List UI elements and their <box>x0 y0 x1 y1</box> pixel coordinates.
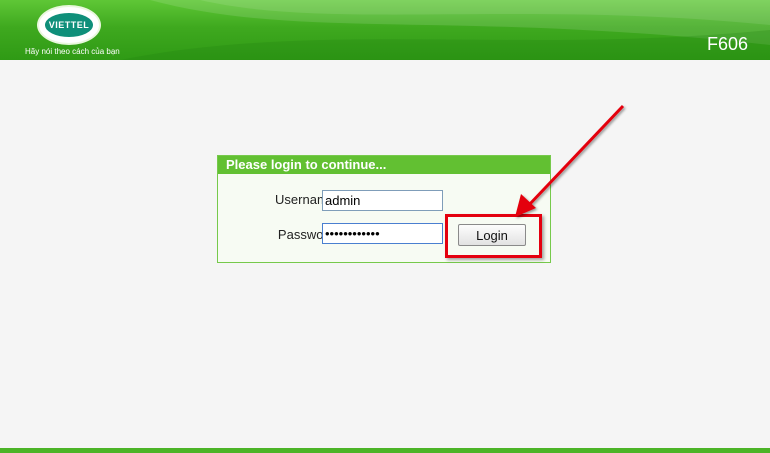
login-title: Please login to continue... <box>218 156 550 174</box>
header-bar: VIETTEL Hãy nói theo cách của bạn F606 <box>0 0 770 60</box>
password-input[interactable] <box>322 223 443 244</box>
logo-emblem: VIETTEL <box>37 5 101 45</box>
annotation-highlight-box <box>445 214 542 258</box>
password-label: Password <box>277 227 335 242</box>
logo-tagline: Hãy nói theo cách của bạn <box>25 47 120 56</box>
username-input[interactable] <box>322 190 443 211</box>
viettel-logo: VIETTEL Hãy nói theo cách của bạn <box>22 3 142 57</box>
username-label: Username <box>275 192 335 207</box>
device-model: F606 <box>706 34 748 54</box>
footer-bar <box>0 448 770 453</box>
logo-text: VIETTEL <box>48 20 90 30</box>
